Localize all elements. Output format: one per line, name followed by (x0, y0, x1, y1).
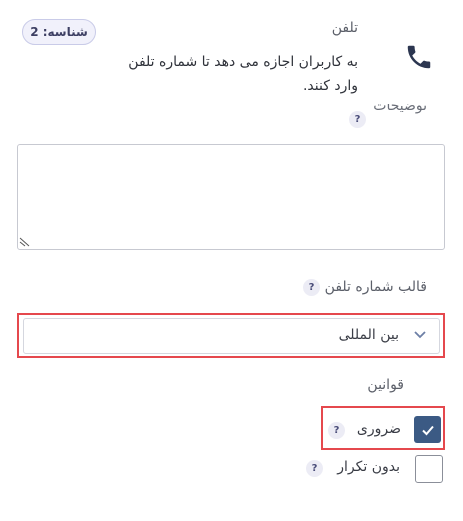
field-description: به کاربران اجازه می دهد تا شماره تلفن وا… (128, 54, 358, 94)
required-help-icon[interactable]: ? (328, 422, 345, 439)
phone-format-help-icon[interactable]: ? (303, 279, 320, 296)
phone-icon (407, 45, 431, 69)
required-checkbox[interactable] (414, 416, 441, 443)
chevron-down-icon[interactable] (413, 330, 427, 340)
phone-format-label: قالب شماره تلفن (324, 279, 427, 295)
descriptions-textarea[interactable] (17, 144, 445, 250)
phone-format-selected-value: بین المللی (338, 327, 399, 343)
no-duplicate-label: بدون تکرار (337, 459, 400, 475)
field-title: تلفن (331, 20, 358, 36)
descriptions-label: توضیحات (373, 104, 427, 114)
field-id-badge: شناسه: 2 (22, 19, 96, 45)
required-label: ضروری (356, 421, 401, 437)
rules-label: قوانین (367, 377, 404, 393)
no-duplicate-help-icon[interactable]: ? (306, 460, 323, 477)
check-icon (421, 425, 434, 435)
descriptions-help-icon[interactable]: ? (349, 111, 366, 128)
no-duplicate-checkbox[interactable] (415, 455, 443, 483)
resize-grip-icon[interactable] (19, 235, 31, 247)
